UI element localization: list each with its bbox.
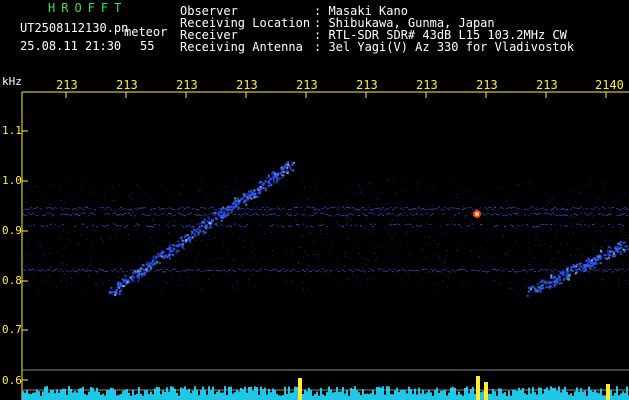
spectrogram bbox=[21, 91, 629, 400]
signal-noise bbox=[22, 180, 629, 291]
spectrum-bars bbox=[22, 376, 629, 400]
meteor-traces bbox=[108, 161, 629, 297]
axis-frame bbox=[21, 91, 629, 400]
